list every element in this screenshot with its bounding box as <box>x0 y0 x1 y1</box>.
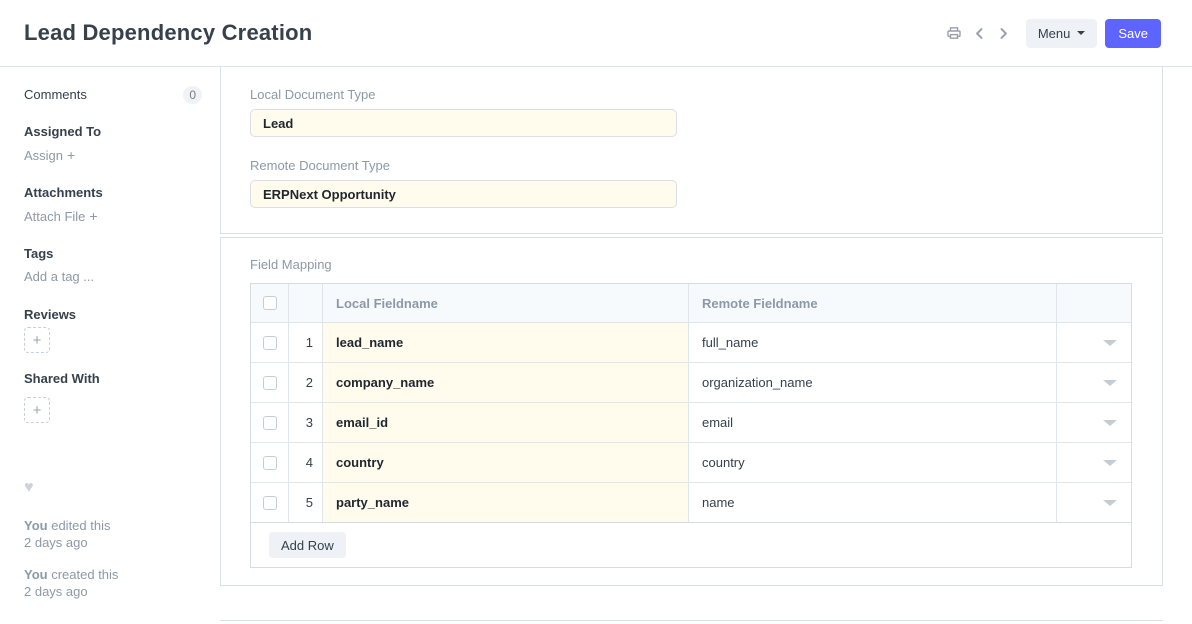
activity-action: created this <box>51 567 118 582</box>
field-mapping-label: Field Mapping <box>250 257 1162 273</box>
table-row: 3 email_id email <box>251 402 1131 442</box>
bottom-section-divider <box>220 620 1163 624</box>
sidebar-item-comments[interactable]: Comments 0 <box>24 86 202 104</box>
row-expand-control[interactable] <box>1057 363 1131 402</box>
column-header-local-fieldname: Local Fieldname <box>323 284 689 322</box>
add-review-button[interactable]: + <box>24 327 50 353</box>
remote-fieldname-cell[interactable]: organization_name <box>689 363 1057 402</box>
save-button-label: Save <box>1118 26 1148 41</box>
attachments-heading: Attachments <box>24 185 202 201</box>
assigned-to-heading: Assigned To <box>24 124 202 140</box>
menu-button[interactable]: Menu <box>1026 19 1098 48</box>
print-button[interactable] <box>944 23 964 43</box>
local-document-type-label: Local Document Type <box>250 87 1162 103</box>
page: Lead Dependency Creation <box>0 0 1192 624</box>
attach-file-label: Attach File <box>24 209 85 224</box>
remote-fieldname-cell[interactable]: full_name <box>689 323 1057 362</box>
tags-heading: Tags <box>24 246 202 262</box>
add-tag-input[interactable]: Add a tag ... <box>24 269 94 285</box>
field-mapping-section: Field Mapping Local Fieldname Remote Fie… <box>220 237 1163 586</box>
activity-when: 2 days ago <box>24 583 202 600</box>
row-expand-control[interactable] <box>1057 403 1131 442</box>
next-button[interactable] <box>995 25 1012 42</box>
row-expand-control[interactable] <box>1057 443 1131 482</box>
activity-entry-edited: You edited this 2 days ago <box>24 517 202 551</box>
comments-label: Comments <box>24 87 87 103</box>
row-checkbox[interactable] <box>263 416 277 430</box>
assign-link-label: Assign <box>24 148 63 163</box>
local-document-type-field[interactable]: Lead <box>250 109 677 137</box>
local-fieldname-cell[interactable]: email_id <box>323 403 689 442</box>
table-row: 4 country country <box>251 442 1131 482</box>
remote-fieldname-cell[interactable]: name <box>689 483 1057 522</box>
remote-document-type-label: Remote Document Type <box>250 158 1162 174</box>
row-checkbox[interactable] <box>263 376 277 390</box>
row-checkbox[interactable] <box>263 336 277 350</box>
printer-icon <box>946 25 962 41</box>
assign-link[interactable]: Assign + <box>24 147 75 164</box>
add-row-button[interactable]: Add Row <box>269 532 346 558</box>
document-type-section: Local Document Type Lead Remote Document… <box>220 67 1163 234</box>
remote-document-type-field[interactable]: ERPNext Opportunity <box>250 180 677 208</box>
chevron-left-icon <box>973 27 986 40</box>
select-arrow-icon <box>1103 500 1117 506</box>
row-index: 1 <box>289 323 323 362</box>
row-expand-control[interactable] <box>1057 323 1131 362</box>
save-button[interactable]: Save <box>1105 19 1161 48</box>
remote-fieldname-cell[interactable]: email <box>689 403 1057 442</box>
local-fieldname-cell[interactable]: company_name <box>323 363 689 402</box>
table-row: 5 party_name name <box>251 482 1131 522</box>
plus-icon: + <box>89 208 97 224</box>
table-row: 1 lead_name full_name <box>251 322 1131 362</box>
grid-table: Local Fieldname Remote Fieldname 1 lead_… <box>250 283 1132 523</box>
column-header-actions <box>1057 284 1131 322</box>
prev-button[interactable] <box>971 25 988 42</box>
select-all-checkbox[interactable] <box>263 296 277 310</box>
comment-count-badge: 0 <box>183 86 202 104</box>
row-index: 2 <box>289 363 323 402</box>
app-header: Lead Dependency Creation <box>0 0 1192 67</box>
local-fieldname-cell[interactable]: country <box>323 443 689 482</box>
remote-fieldname-cell[interactable]: country <box>689 443 1057 482</box>
local-fieldname-cell[interactable]: lead_name <box>323 323 689 362</box>
activity-actor: You <box>24 567 48 582</box>
row-index: 5 <box>289 483 323 522</box>
caret-down-icon <box>1077 31 1085 35</box>
shared-with-heading: Shared With <box>24 371 202 387</box>
select-arrow-icon <box>1103 460 1117 466</box>
grid-footer: Add Row <box>250 523 1132 568</box>
attach-file-link[interactable]: Attach File + <box>24 208 98 225</box>
reviews-heading: Reviews <box>24 307 202 323</box>
sidebar: Comments 0 Assigned To Assign + Attachmen… <box>0 67 220 624</box>
menu-button-label: Menu <box>1038 26 1071 41</box>
row-index-header <box>289 284 323 322</box>
row-index: 4 <box>289 443 323 482</box>
row-checkbox[interactable] <box>263 496 277 510</box>
plus-icon: + <box>33 332 42 349</box>
activity-entry-created: You created this 2 days ago <box>24 566 202 600</box>
page-title: Lead Dependency Creation <box>24 20 312 46</box>
local-fieldname-cell[interactable]: party_name <box>323 483 689 522</box>
column-header-remote-fieldname: Remote Fieldname <box>689 284 1057 322</box>
grid-header-row: Local Fieldname Remote Fieldname <box>251 284 1131 322</box>
row-checkbox[interactable] <box>263 456 277 470</box>
share-button[interactable]: + <box>24 397 50 423</box>
select-arrow-icon <box>1103 420 1117 426</box>
plus-icon: + <box>33 402 42 419</box>
activity-actor: You <box>24 518 48 533</box>
row-expand-control[interactable] <box>1057 483 1131 522</box>
plus-icon: + <box>67 147 75 163</box>
table-row: 2 company_name organization_name <box>251 362 1131 402</box>
row-index: 3 <box>289 403 323 442</box>
activity-when: 2 days ago <box>24 534 202 551</box>
select-arrow-icon <box>1103 340 1117 346</box>
activity-action: edited this <box>51 518 110 533</box>
select-arrow-icon <box>1103 380 1117 386</box>
header-actions: Menu Save <box>937 19 1161 48</box>
chevron-right-icon <box>997 27 1010 40</box>
like-heart-icon[interactable]: ♥ <box>24 480 34 496</box>
